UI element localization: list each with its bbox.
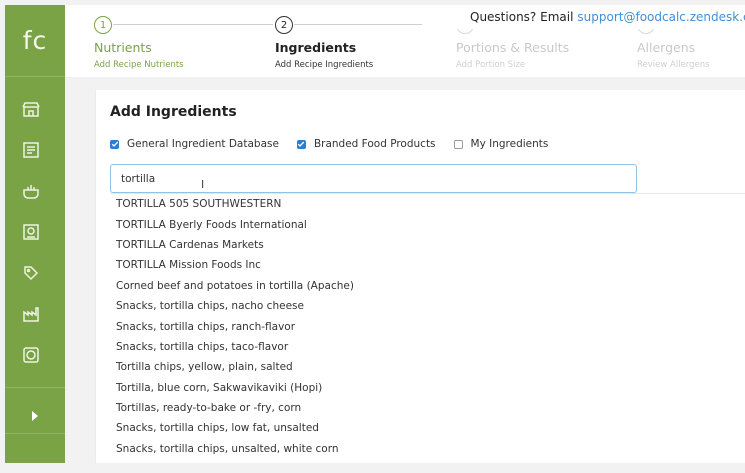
tags-icon[interactable] xyxy=(19,261,43,285)
sidebar: fc xyxy=(5,5,65,463)
result-item[interactable]: TORTILLA Mission Foods Inc xyxy=(110,255,745,275)
result-item[interactable]: TORTILLA 505 SOUTHWESTERN xyxy=(110,194,745,214)
result-item[interactable]: Corned beef and potatoes in tortilla (Ap… xyxy=(110,276,745,296)
app-logo[interactable]: fc xyxy=(5,5,65,77)
help-banner: Questions? Email support@foodcalc.zendes… xyxy=(422,5,745,29)
recipes-icon[interactable] xyxy=(19,138,43,162)
source-filters: General Ingredient Database Branded Food… xyxy=(110,138,566,150)
ingredients-icon[interactable] xyxy=(19,179,43,203)
chevron-right-icon xyxy=(32,411,38,421)
filter-my-ingredients[interactable]: My Ingredients xyxy=(453,138,549,150)
step-connector xyxy=(113,24,273,25)
result-item[interactable]: TORTILLA Byerly Foods International xyxy=(110,214,745,234)
result-item[interactable]: Tortilla chips, yellow, plain, salted xyxy=(110,357,745,377)
filter-label: Branded Food Products xyxy=(313,138,436,150)
checkbox-checked-icon[interactable] xyxy=(110,139,119,149)
filter-label: General Ingredient Database xyxy=(127,138,279,150)
text-cursor-icon: I xyxy=(201,178,205,191)
step-number: 2 xyxy=(275,16,293,34)
store-icon[interactable] xyxy=(19,97,43,121)
step-subtitle: Review Allergens xyxy=(637,60,710,70)
result-item[interactable]: Snacks, tortilla chips, nacho cheese xyxy=(110,296,745,316)
checkbox-unchecked-icon[interactable] xyxy=(453,139,463,149)
filter-branded-products[interactable]: Branded Food Products xyxy=(296,138,436,150)
labels-icon[interactable] xyxy=(19,220,43,244)
add-ingredients-panel: Add Ingredients General Ingredient Datab… xyxy=(95,90,745,463)
step-title: Ingredients xyxy=(275,40,357,55)
help-text: Questions? Email xyxy=(470,10,574,24)
result-item[interactable]: Snacks, tortilla chips, low fat, unsalte… xyxy=(110,418,745,438)
filter-label: My Ingredients xyxy=(470,138,549,150)
step-title: Nutrients xyxy=(94,40,152,55)
panel-title: Add Ingredients xyxy=(110,104,237,120)
step-number: 1 xyxy=(94,16,112,34)
support-icon[interactable] xyxy=(19,343,43,367)
ingredient-search-input[interactable]: tortilla xyxy=(110,164,637,193)
filter-general-database[interactable]: General Ingredient Database xyxy=(110,138,279,150)
sidebar-divider xyxy=(5,387,65,388)
result-item[interactable]: TORTILLA Cardenas Markets xyxy=(110,235,745,255)
result-item[interactable]: Tortilla, blue corn, Sakwavikaviki (Hopi… xyxy=(110,378,745,398)
step-subtitle: Add Recipe Ingredients xyxy=(275,60,374,70)
step-title: Portions & Results xyxy=(456,40,570,55)
step-subtitle: Add Recipe Nutrients xyxy=(94,60,184,70)
step-subtitle: Add Portion Size xyxy=(456,60,526,70)
search-value: tortilla xyxy=(121,172,156,185)
support-email-link[interactable]: support@foodcalc.zendesk.com xyxy=(577,10,745,24)
factory-icon[interactable] xyxy=(19,302,43,326)
search-results-dropdown[interactable]: TORTILLA 505 SOUTHWESTERN TORTILLA Byerly… xyxy=(110,193,745,463)
result-item[interactable]: Snacks, tortilla chips, ranch-flavor xyxy=(110,316,745,336)
result-item[interactable]: Tortillas, ready-to-bake or -fry, corn xyxy=(110,398,745,418)
result-item[interactable]: Snacks, tortilla chips, taco-flavor xyxy=(110,337,745,357)
step-title: Allergens xyxy=(637,40,696,55)
sidebar-divider xyxy=(5,433,65,434)
result-item[interactable]: Snacks, tortilla chips, unsalted, white … xyxy=(110,439,745,459)
checkbox-checked-icon[interactable] xyxy=(296,139,306,149)
